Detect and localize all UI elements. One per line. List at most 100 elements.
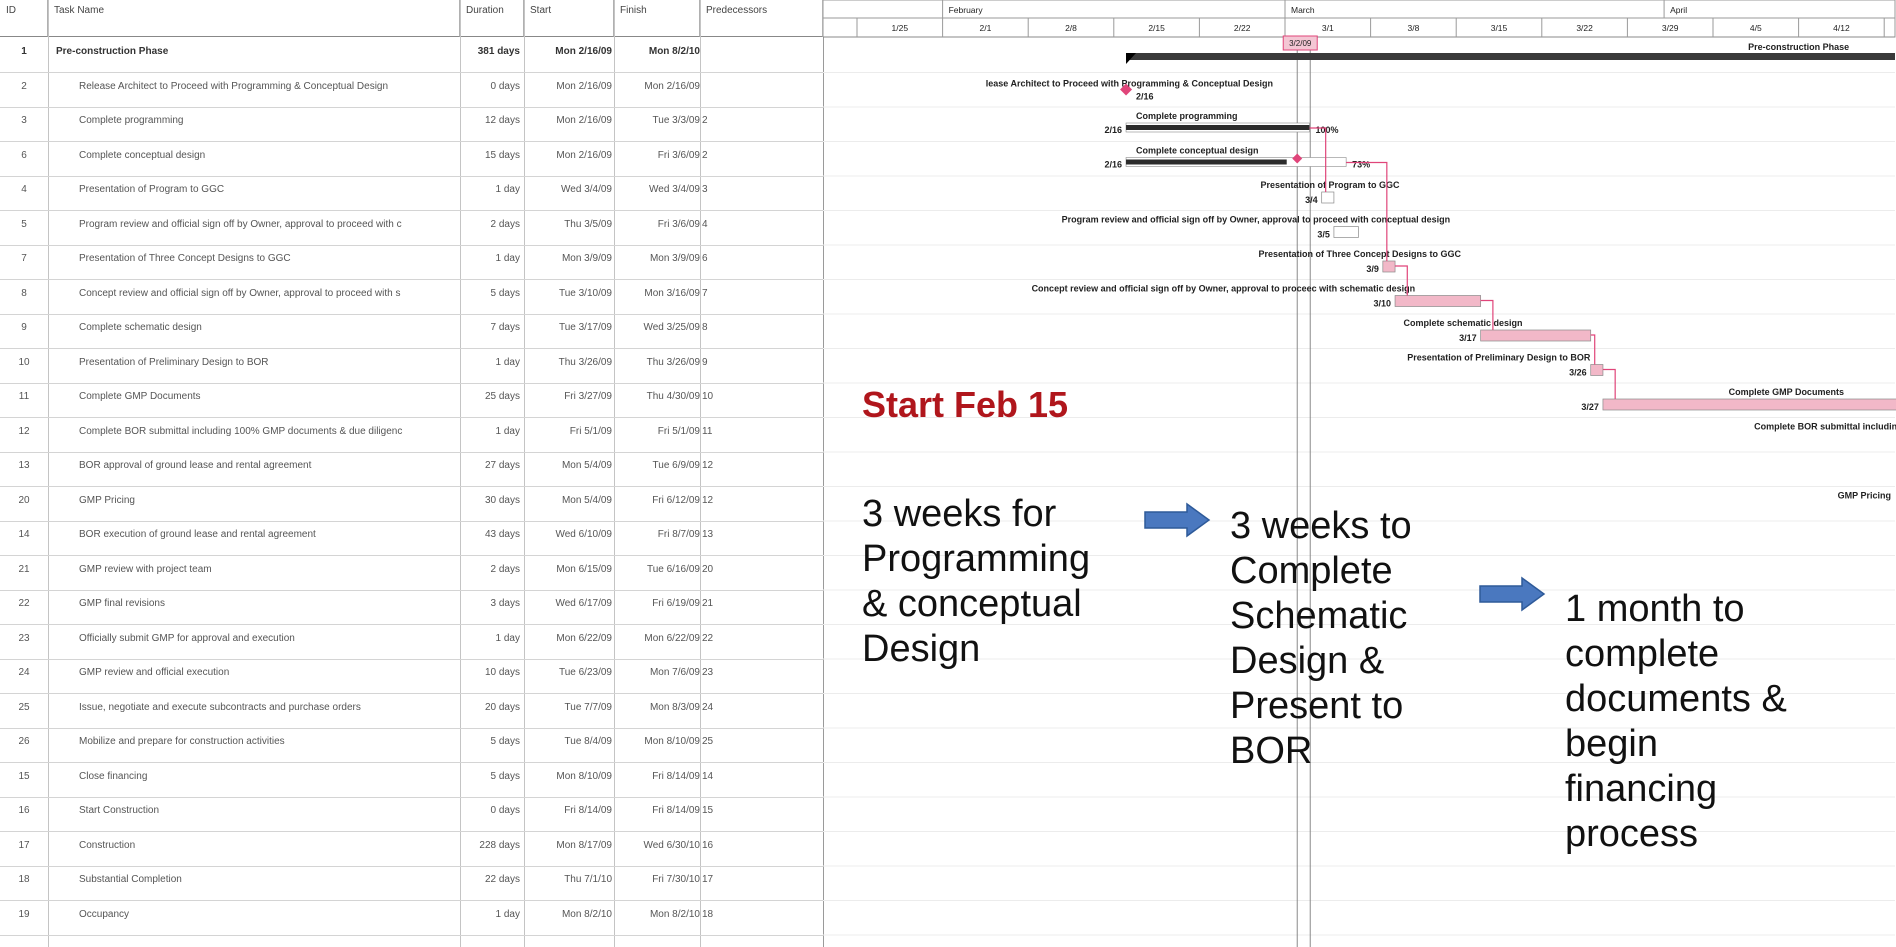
task-id: 26 — [18, 736, 30, 747]
note-line: process — [1565, 813, 1699, 855]
task-name: Presentation of Program to GGC — [79, 184, 225, 195]
bar-label: Complete programming — [1136, 111, 1238, 121]
task-duration: 1 day — [495, 184, 520, 195]
table-row[interactable]: 7 Presentation of Three Concept Designs t… — [0, 245, 823, 280]
table-row[interactable]: 16 Start Construction 0 days Fri 8/14/09 Fri… — [0, 797, 823, 832]
task-finish: Fri 8/7/09 — [657, 529, 700, 540]
task-finish: Tue 3/3/09 — [652, 115, 700, 126]
task-id: 7 — [21, 253, 27, 264]
note-line: BOR — [1230, 730, 1313, 772]
task-start: Wed 6/10/09 — [555, 529, 612, 540]
task-finish: Mon 8/10/09 — [644, 736, 700, 747]
task-start: Fri 8/14/09 — [564, 805, 612, 816]
task-name: Presentation of Preliminary Design to BO… — [79, 356, 269, 368]
table-row[interactable]: 2 Release Architect to Proceed with Progr… — [0, 73, 823, 108]
note-line: begin — [1565, 723, 1658, 765]
task-id: 13 — [18, 460, 30, 471]
task-name: Issue, negotiate and execute subcontract… — [79, 701, 361, 713]
bar-date-label: 3/5 — [1317, 230, 1330, 240]
task-duration: 0 days — [490, 805, 520, 816]
bar-label: Complete conceptual design — [1136, 146, 1259, 156]
task-finish: Mon 2/16/09 — [644, 80, 700, 92]
table-row[interactable]: 20 GMP Pricing 30 days Mon 5/4/09 Fri 6/12/0… — [0, 487, 823, 522]
task-predecessors: 12 — [702, 494, 714, 506]
table-row[interactable]: 24 GMP review and official execution 10 da… — [0, 659, 823, 694]
header-predecessors[interactable]: Predecessors — [700, 0, 823, 37]
task-finish: Wed 3/4/09 — [649, 184, 700, 195]
table-row[interactable]: 11 Complete GMP Documents 25 days Fri 3/27/… — [0, 383, 823, 418]
task-finish: Fri 7/30/10 — [652, 874, 700, 885]
task-id: 5 — [21, 218, 27, 230]
arrow-right-icon — [1144, 502, 1211, 538]
task-name: GMP review and official execution — [79, 667, 230, 678]
table-row[interactable]: 14 BOR execution of ground lease and rent… — [0, 521, 823, 556]
table-row[interactable]: 15 Close financing 5 days Mon 8/10/09 Fri 8/… — [0, 763, 823, 798]
table-row[interactable]: 5 Program review and official sign off by… — [0, 211, 823, 246]
table-row[interactable]: 10 Presentation of Preliminary Design to … — [0, 349, 823, 384]
task-finish: Fri 3/6/09 — [657, 218, 700, 230]
table-row[interactable]: 12 Complete BOR submittal including 100% … — [0, 418, 823, 453]
task-finish: Fri 6/19/09 — [652, 598, 700, 609]
header-finish[interactable]: Finish — [614, 0, 700, 37]
table-row[interactable]: 21 GMP review with project team 2 days Mon … — [0, 556, 823, 591]
table-row[interactable]: 19 Occupancy 1 day Mon 8/2/10 Mon 8/2/10 18 — [0, 901, 823, 936]
task-duration: 381 days — [477, 46, 520, 57]
task-finish: Wed 6/30/10 — [643, 839, 700, 851]
header-task-name[interactable]: Task Name — [48, 0, 460, 37]
week-label: 3/8 — [1407, 23, 1419, 33]
task-table: ID Task Name Duration Start Finish Prede… — [0, 0, 824, 947]
bar-date-label: 3/10 — [1374, 299, 1392, 309]
week-label: 2/15 — [1148, 23, 1165, 33]
bar-label: Complete BOR submittal including 100% GM… — [1754, 422, 1896, 432]
bar-percent-label: 73% — [1352, 160, 1370, 170]
week-label: 3/29 — [1662, 23, 1679, 33]
task-predecessors: 22 — [702, 632, 714, 644]
table-row[interactable]: 23 Officially submit GMP for approval and… — [0, 625, 823, 660]
table-row[interactable]: 25 Issue, negotiate and execute subcontra… — [0, 694, 823, 729]
task-id: 18 — [18, 874, 30, 885]
task-id: 17 — [18, 839, 30, 851]
table-row[interactable]: 1 Pre-construction Phase 381 days Mon 2/16/… — [0, 38, 823, 73]
task-id: 12 — [18, 425, 30, 437]
table-row[interactable]: 3 Complete programming 12 days Mon 2/16/09 T… — [0, 107, 823, 142]
table-row[interactable]: 18 Substantial Completion 22 days Thu 7/1/1… — [0, 866, 823, 901]
task-duration: 2 days — [490, 563, 520, 575]
bar-date-label: 2/16 — [1136, 92, 1154, 102]
gantt-screenshot: ID Task Name Duration Start Finish Prede… — [0, 0, 1896, 947]
task-name: BOR execution of ground lease and rental… — [79, 529, 316, 540]
header-duration[interactable]: Duration — [460, 0, 524, 37]
note-line: & conceptual — [862, 583, 1082, 625]
note-line: Design & — [1230, 640, 1385, 682]
table-row[interactable]: 26 Mobilize and prepare for construction … — [0, 728, 823, 763]
task-name: Release Architect to Proceed with Progra… — [79, 80, 389, 92]
current-date-label: 3/2/09 — [1289, 39, 1312, 48]
table-row[interactable]: 4 Presentation of Program to GGC 1 day Wed … — [0, 176, 823, 211]
task-duration: 20 days — [484, 701, 520, 713]
task-start: Thu 3/26/09 — [558, 356, 612, 368]
task-name: Program review and official sign off by … — [79, 218, 402, 230]
task-finish: Thu 3/26/09 — [646, 356, 700, 368]
note-documents: 1 month to complete documents & begin fi… — [1565, 587, 1787, 857]
task-name: GMP final revisions — [79, 598, 165, 609]
task-predecessors: 2 — [702, 149, 708, 161]
header-start[interactable]: Start — [524, 0, 614, 37]
task-predecessors: 21 — [702, 598, 714, 609]
task-name: Pre-construction Phase — [56, 46, 169, 57]
header-id[interactable]: ID — [0, 0, 48, 37]
task-id: 11 — [18, 391, 30, 402]
task-start: Thu 7/1/10 — [564, 874, 612, 885]
task-predecessors: 10 — [702, 391, 714, 402]
bar-label: Complete schematic design — [1404, 318, 1523, 328]
table-row[interactable]: 9 Complete schematic design 7 days Tue 3/17… — [0, 314, 823, 349]
table-row[interactable]: 13 BOR approval of ground lease and renta… — [0, 452, 823, 487]
task-start: Tue 8/4/09 — [564, 736, 612, 747]
table-row[interactable]: 8 Concept review and official sign off by… — [0, 280, 823, 315]
table-row[interactable]: 22 GMP final revisions 3 days Wed 6/17/09 Fr… — [0, 590, 823, 625]
task-predecessors: 3 — [702, 184, 708, 195]
table-row[interactable]: 6 Complete conceptual design 15 days Mon 2/… — [0, 142, 823, 177]
note-line: Present to — [1230, 685, 1404, 727]
note-line: Programming — [862, 538, 1091, 580]
table-row[interactable]: 17 Construction 228 days Mon 8/17/09 Wed 6/3… — [0, 832, 823, 867]
task-start: Mon 5/4/09 — [561, 460, 612, 471]
task-start: Mon 8/2/10 — [561, 908, 612, 920]
